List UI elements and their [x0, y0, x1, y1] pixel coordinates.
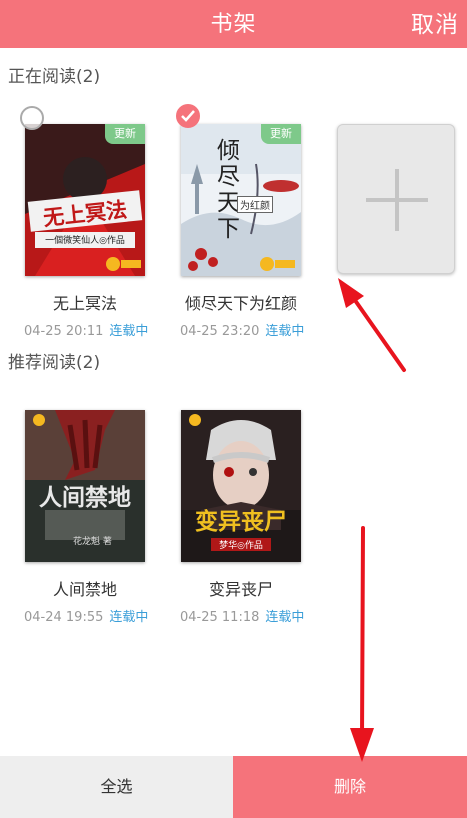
- book-meta: 04-25 23:20 连载中: [180, 320, 360, 339]
- book-item-bianyisangshi[interactable]: 变异丧尸 梦华◎作品 变异丧尸 04-25 11:18 连载中: [180, 410, 331, 630]
- annotation-arrows: [338, 278, 406, 762]
- cover-title: 变异丧尸: [195, 509, 287, 535]
- cover-title: 人间禁地: [39, 485, 131, 511]
- book-title: 变异丧尸: [208, 580, 273, 599]
- section-title-recommend: 推荐阅读(2): [8, 353, 101, 373]
- add-book-button[interactable]: [337, 124, 455, 274]
- select-all-button[interactable]: 全选: [0, 756, 233, 818]
- book-cover[interactable]: 无上冥法 一個微笑仙人◎作品 更新: [25, 124, 145, 276]
- select-checkbox[interactable]: [20, 106, 44, 130]
- book-cover[interactable]: 倾尽天下 为红颜 更新: [181, 124, 301, 276]
- book-meta: 04-25 11:18 连载中: [180, 606, 360, 625]
- arrow-to-delete-button: [350, 526, 374, 762]
- book-updated-time: 04-25 11:18: [180, 610, 260, 625]
- cancel-button[interactable]: 取消: [411, 5, 459, 39]
- book-meta: 04-24 19:55 连载中: [24, 606, 204, 625]
- book-item-qingjintianxia[interactable]: 倾尽天下 为红颜 更新 倾尽天下为红颜 04-25 23:20 连载中: [176, 104, 331, 344]
- header-bar: 书架 取消: [0, 0, 467, 48]
- book-updated-time: 04-25 20:11: [24, 324, 104, 339]
- section-title-reading: 正在阅读(2): [8, 67, 101, 87]
- book-status: 连载中: [109, 610, 149, 625]
- book-status: 连载中: [109, 324, 149, 339]
- book-updated-time: 04-25 23:20: [180, 324, 260, 339]
- book-title: 倾尽天下为红颜: [184, 294, 297, 313]
- plus-icon: [366, 169, 428, 231]
- checkmark-icon: [181, 110, 195, 122]
- book-status: 连载中: [265, 324, 305, 339]
- page-title: 书架: [210, 12, 257, 37]
- update-badge: 更新: [261, 124, 301, 144]
- cover-title: 倾尽天下: [217, 138, 240, 242]
- update-badge: 更新: [105, 124, 145, 144]
- book-meta: 04-25 20:11 连载中: [24, 320, 204, 339]
- delete-button[interactable]: 删除: [233, 756, 467, 818]
- book-cover[interactable]: 变异丧尸 梦华◎作品: [181, 410, 301, 562]
- select-checkbox-checked[interactable]: [176, 104, 200, 128]
- cover-subtitle: 花龙魁 著: [73, 537, 112, 547]
- book-title: 无上冥法: [52, 294, 117, 313]
- book-status: 连载中: [265, 610, 305, 625]
- book-updated-time: 04-24 19:55: [24, 610, 104, 625]
- bottom-action-bar: 全选 删除: [0, 756, 467, 818]
- cover-subtitle: 一個微笑仙人◎作品: [45, 236, 125, 246]
- book-cover[interactable]: 人间禁地 花龙魁 著: [25, 410, 145, 562]
- book-title: 人间禁地: [52, 580, 117, 599]
- bookshelf-screen: 书架 取消 正在阅读(2) 无上冥法 一個微笑仙人◎作品 更新 无上冥法 04-: [0, 0, 467, 818]
- cover-subtitle: 为红颜: [237, 196, 273, 213]
- cover-subtitle: 梦华◎作品: [211, 538, 271, 551]
